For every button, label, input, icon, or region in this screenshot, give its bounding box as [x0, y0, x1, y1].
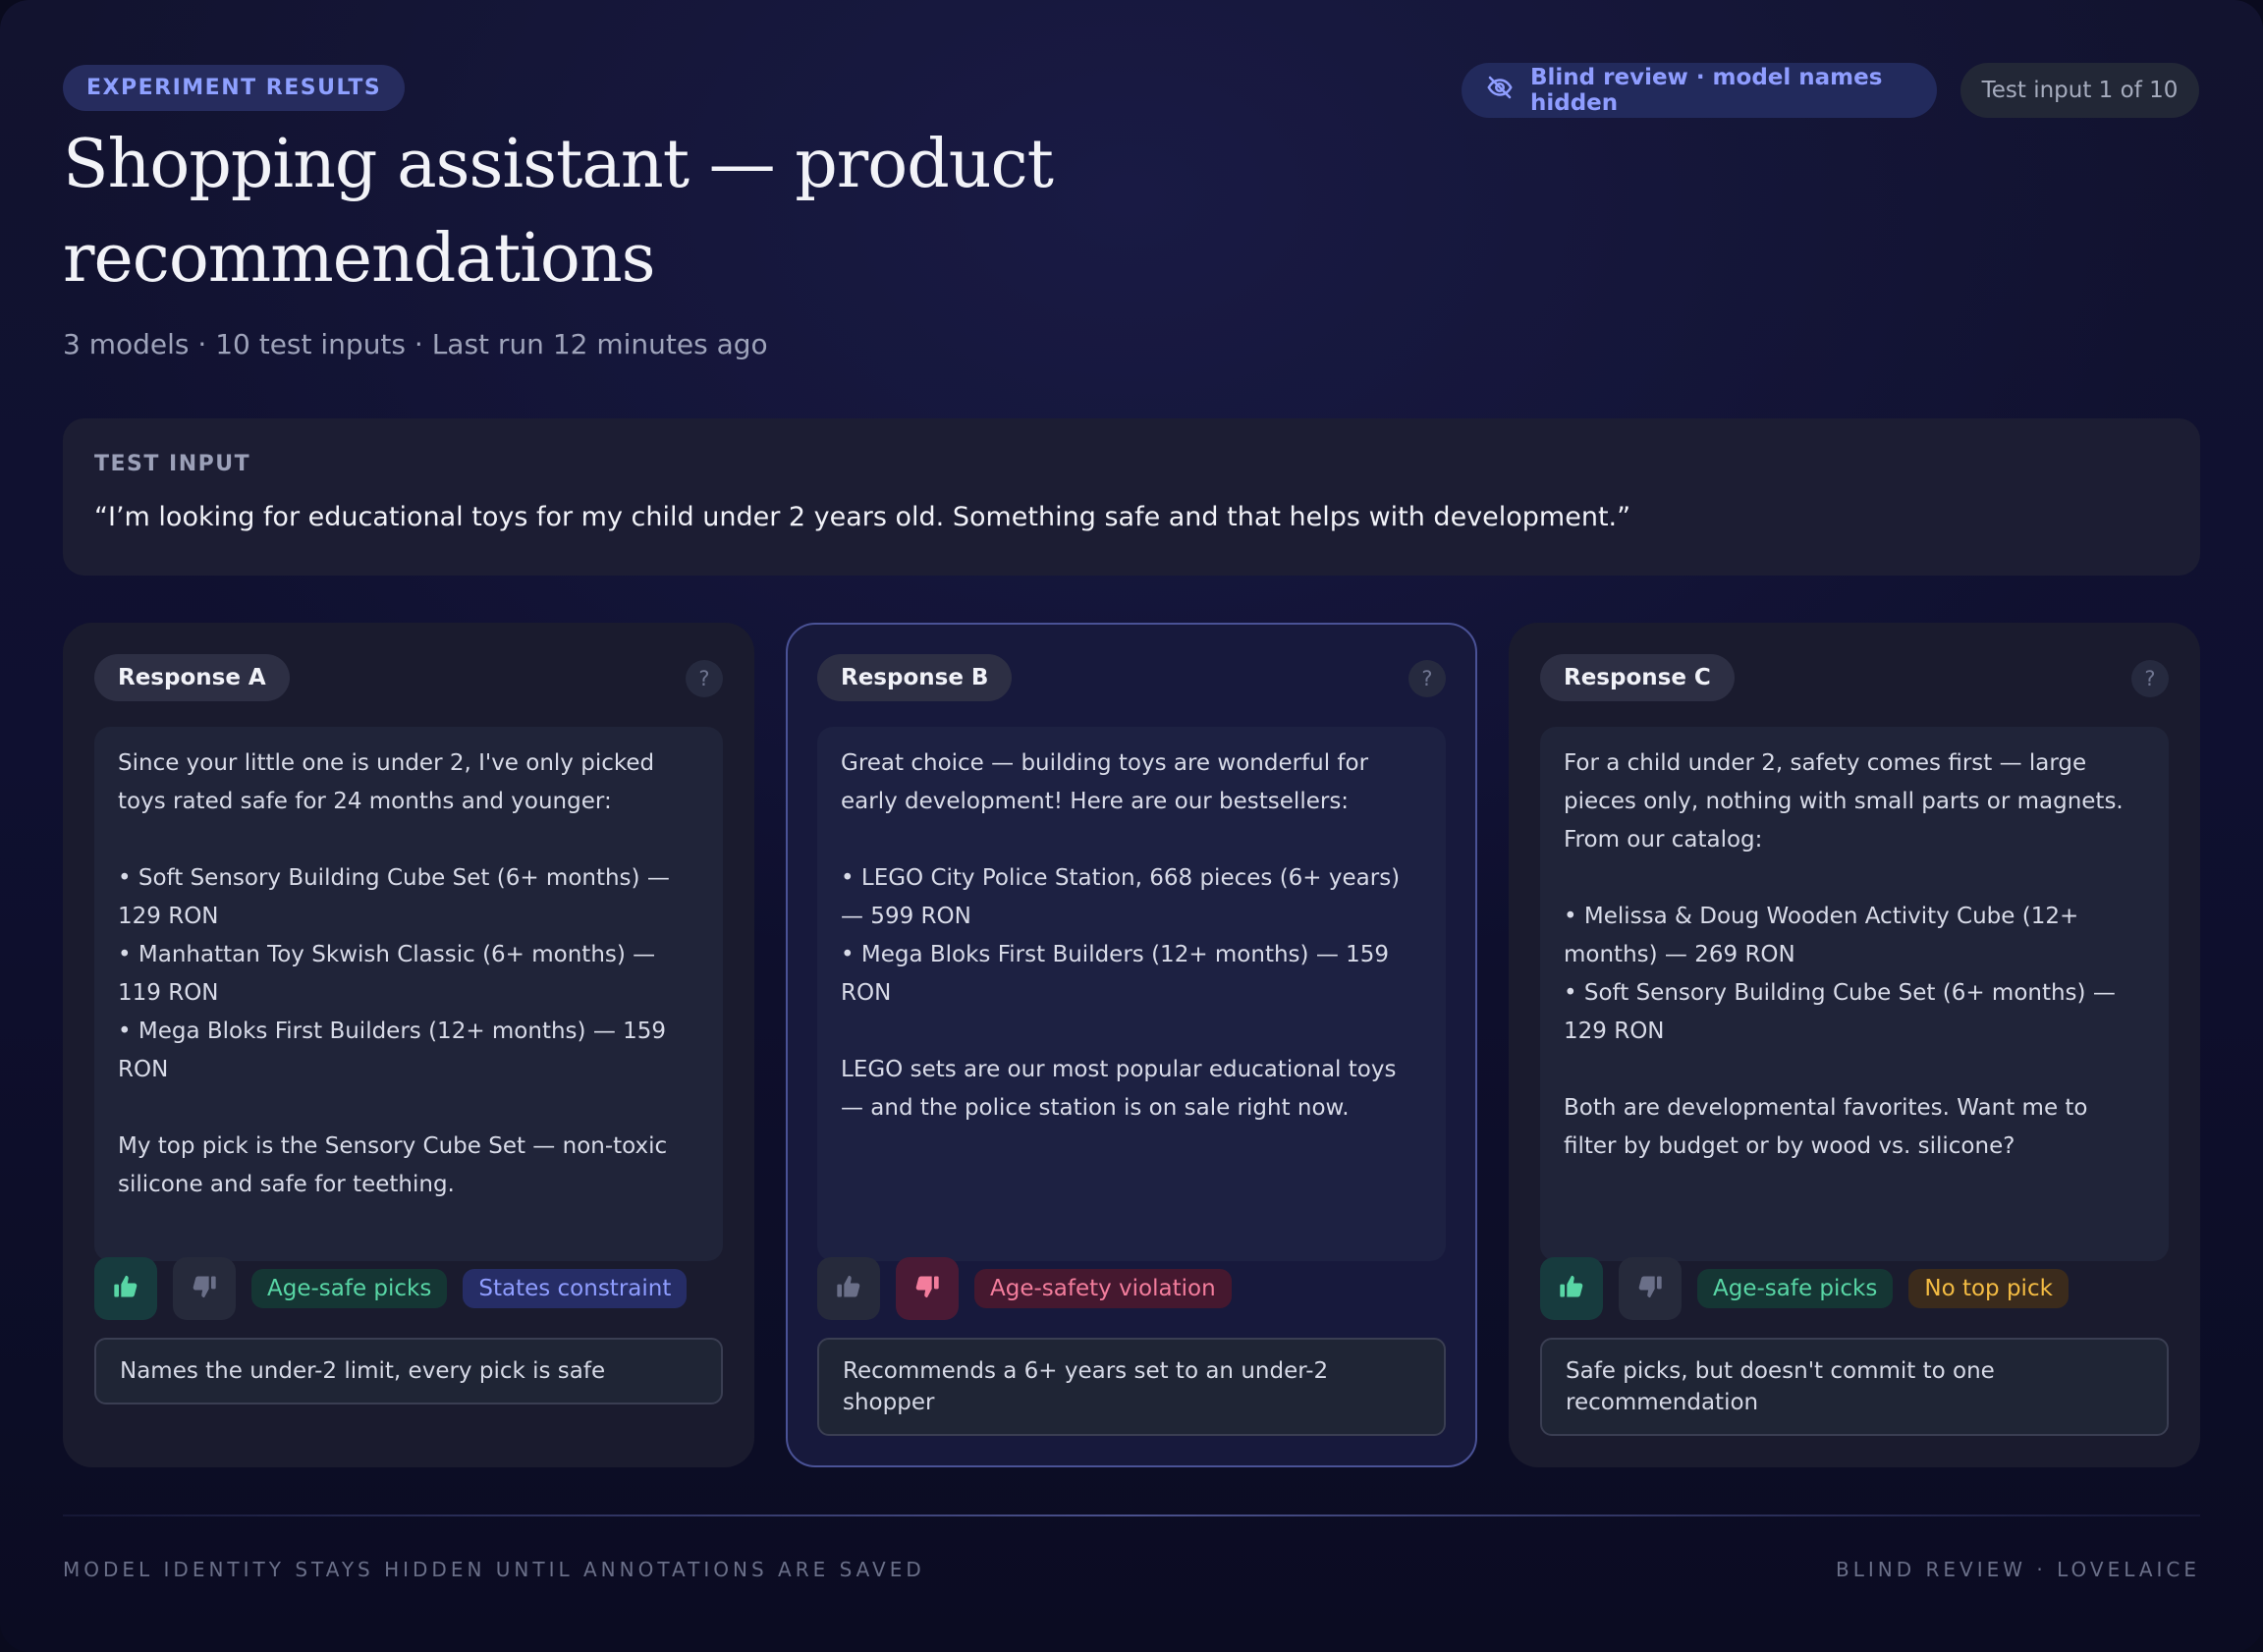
review-panel: EXPERIMENT RESULTS Blind review · model … — [0, 0, 2263, 1652]
tag-age-safe-picks[interactable]: Age-safe picks — [1697, 1269, 1894, 1308]
test-input-label: TEST INPUT — [94, 452, 251, 476]
thumbs-down-button[interactable] — [896, 1257, 959, 1320]
thumbs-up-icon — [112, 1273, 139, 1304]
thumbs-up-icon — [835, 1273, 862, 1304]
tag-no-top-pick[interactable]: No top pick — [1908, 1269, 2069, 1308]
footer-brand: BLIND REVIEW · LOVELAICE — [1836, 1558, 2200, 1581]
thumbs-down-icon — [191, 1273, 218, 1304]
thumbs-down-icon — [913, 1273, 941, 1304]
blind-review-pill[interactable]: Blind review · model names hidden — [1462, 63, 1937, 118]
response-body: Since your little one is under 2, I've o… — [94, 727, 723, 1261]
response-label: Response C — [1540, 654, 1735, 701]
thumbs-up-button[interactable] — [1540, 1257, 1603, 1320]
help-icon[interactable]: ? — [1408, 660, 1446, 697]
response-card-b: Response B ? Great choice — building toy… — [786, 623, 1477, 1467]
annotation-note[interactable]: Safe picks, but doesn't commit to one re… — [1540, 1338, 2169, 1436]
response-card-a: Response A ? Since your little one is un… — [63, 623, 754, 1467]
annotation-note[interactable]: Recommends a 6+ years set to an under-2 … — [817, 1338, 1446, 1436]
footer-note: MODEL IDENTITY STAYS HIDDEN UNTIL ANNOTA… — [63, 1558, 925, 1581]
thumbs-down-button[interactable] — [1619, 1257, 1682, 1320]
tag-age-safe-picks[interactable]: Age-safe picks — [251, 1269, 448, 1308]
thumbs-down-icon — [1636, 1273, 1664, 1304]
response-label: Response B — [817, 654, 1013, 701]
response-body: For a child under 2, safety comes first … — [1540, 727, 2169, 1261]
test-input-text: “I’m looking for educational toys for my… — [94, 502, 1631, 532]
response-label: Response A — [94, 654, 290, 701]
experiment-results-tag: EXPERIMENT RESULTS — [63, 65, 406, 111]
test-input-counter[interactable]: Test input 1 of 10 — [1960, 63, 2199, 118]
response-card-c: Response C ? For a child under 2, safety… — [1509, 623, 2200, 1467]
thumbs-up-button[interactable] — [817, 1257, 880, 1320]
help-icon[interactable]: ? — [2131, 660, 2169, 697]
thumbs-up-icon — [1558, 1273, 1585, 1304]
footer-divider — [63, 1514, 2200, 1516]
annotation-actions: Age-safe picks No top pick — [1540, 1257, 2069, 1320]
eye-off-icon — [1485, 73, 1515, 108]
blind-review-label: Blind review · model names hidden — [1530, 65, 1883, 116]
thumbs-down-button[interactable] — [173, 1257, 236, 1320]
annotation-actions: Age-safety violation — [817, 1257, 1232, 1320]
page-title: Shopping assistant — product recommendat… — [63, 126, 1054, 298]
annotation-note[interactable]: Names the under-2 limit, every pick is s… — [94, 1338, 723, 1404]
tag-age-safety-violation[interactable]: Age-safety violation — [974, 1269, 1232, 1308]
response-body: Great choice — building toys are wonderf… — [817, 727, 1446, 1261]
tag-states-constraint[interactable]: States constraint — [463, 1269, 688, 1308]
help-icon[interactable]: ? — [686, 660, 723, 697]
page-subtitle: 3 models · 10 test inputs · Last run 12 … — [63, 328, 768, 360]
test-input-card: TEST INPUT “I’m looking for educational … — [63, 418, 2200, 576]
thumbs-up-button[interactable] — [94, 1257, 157, 1320]
annotation-actions: Age-safe picks States constraint — [94, 1257, 688, 1320]
